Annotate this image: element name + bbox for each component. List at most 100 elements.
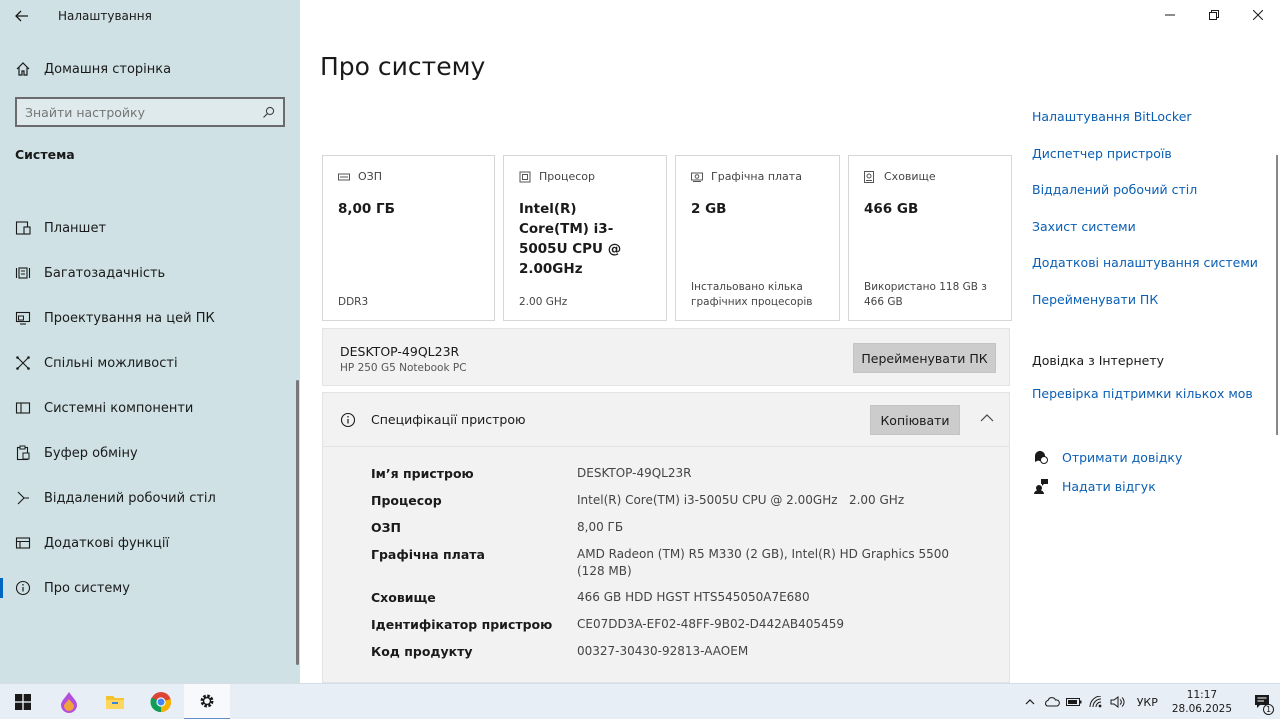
chrome-button[interactable] bbox=[138, 684, 184, 719]
spec-rows: Ім’я пристрою DESKTOP-49QL23R Процесор Int… bbox=[323, 447, 1009, 661]
paint-app-button[interactable] bbox=[46, 684, 92, 719]
start-button[interactable] bbox=[0, 684, 46, 719]
feedback-label: Надати відгук bbox=[1062, 478, 1156, 494]
action-center-button[interactable]: 1 bbox=[1246, 684, 1280, 719]
spec-row: Сховище 466 GB HDD HGST HTS545050A7E680 bbox=[323, 589, 1009, 607]
card-label: Сховище bbox=[884, 170, 936, 183]
copy-button[interactable]: Копіювати bbox=[870, 405, 960, 435]
card-value: 466 GB bbox=[864, 201, 919, 217]
chevron-up-icon[interactable] bbox=[979, 410, 995, 426]
spec-row: Процесор Intel(R) Core(TM) i3-5005U CPU @… bbox=[323, 492, 1009, 510]
advanced-settings-link[interactable]: Додаткові налаштування системи bbox=[1032, 253, 1272, 290]
feedback-link[interactable]: Надати відгук bbox=[1032, 477, 1156, 495]
system-protection-link[interactable]: Захист системи bbox=[1032, 217, 1272, 254]
bitlocker-link[interactable]: Налаштування BitLocker bbox=[1032, 107, 1272, 144]
tablet-icon bbox=[14, 219, 32, 237]
back-arrow-icon bbox=[15, 10, 28, 22]
sidebar-item-about[interactable]: Про систему bbox=[0, 566, 300, 611]
section-title: Система bbox=[15, 147, 75, 162]
titlebar: Налаштування bbox=[0, 0, 300, 32]
close-button[interactable] bbox=[1236, 0, 1280, 30]
sidebar-item-system-components[interactable]: Системні компоненти bbox=[0, 386, 300, 431]
rename-pc-button[interactable]: Перейменувати ПК bbox=[853, 343, 996, 373]
sidebar-scrollbar[interactable] bbox=[296, 380, 299, 665]
sidebar-item-label: Віддалений робочий стіл bbox=[44, 491, 216, 506]
file-explorer-button[interactable] bbox=[92, 684, 138, 719]
card-value: Intel(R) Core(TM) i3-5005U CPU @ 2.00GHz bbox=[519, 201, 622, 277]
settings-icon bbox=[200, 694, 214, 707]
multitasking-icon bbox=[14, 264, 32, 282]
network-button[interactable] bbox=[1085, 684, 1107, 719]
app-title: Налаштування bbox=[58, 9, 152, 23]
spec-row: Код продукту 00327-30430-92813-AAOEM bbox=[323, 643, 1009, 661]
window-controls bbox=[1148, 0, 1280, 30]
spec-value: Intel(R) Core(TM) i3-5005U CPU @ 2.00GHz… bbox=[577, 493, 905, 507]
language-support-link[interactable]: Перевірка підтримки кількох мов bbox=[1032, 386, 1253, 401]
input-language[interactable]: УКР bbox=[1137, 696, 1158, 709]
taskbar: УКР 11:17 28.06.2025 1 bbox=[0, 683, 1280, 719]
back-button[interactable] bbox=[0, 0, 44, 32]
restore-button[interactable] bbox=[1192, 0, 1236, 30]
get-help-link[interactable]: Отримати довідку bbox=[1032, 448, 1182, 466]
sidebar-item-remote-desktop[interactable]: Віддалений робочий стіл bbox=[0, 476, 300, 521]
home-link[interactable]: Домашня сторінка bbox=[14, 56, 171, 82]
info-icon bbox=[14, 579, 32, 597]
volume-icon bbox=[1110, 696, 1125, 708]
wifi-icon bbox=[1089, 696, 1102, 708]
main-scrollbar[interactable] bbox=[1276, 155, 1278, 435]
windows-start-icon bbox=[15, 693, 31, 710]
sidebar-item-clipboard[interactable]: Буфер обміну bbox=[0, 431, 300, 476]
cpu-icon bbox=[519, 171, 531, 183]
sidebar-item-label: Додаткові функції bbox=[44, 536, 170, 551]
home-icon bbox=[14, 60, 32, 78]
battery-button[interactable] bbox=[1063, 684, 1085, 719]
spec-row: ОЗП 8,00 ГБ bbox=[323, 519, 1009, 537]
chrome-icon bbox=[150, 691, 172, 712]
sidebar-item-label: Спільні можливості bbox=[44, 356, 178, 371]
clipboard-icon bbox=[14, 444, 32, 462]
restore-icon bbox=[1209, 10, 1219, 20]
sidebar-item-label: Про систему bbox=[44, 581, 130, 596]
onedrive-icon bbox=[1044, 697, 1060, 707]
spec-key: Ім’я пристрою bbox=[371, 466, 474, 481]
search-box[interactable] bbox=[15, 97, 285, 127]
volume-button[interactable] bbox=[1107, 684, 1129, 719]
minimize-button[interactable] bbox=[1148, 0, 1192, 30]
spec-key: ОЗП bbox=[371, 520, 401, 535]
notification-count: 1 bbox=[1263, 704, 1274, 715]
spec-value: AMD Radeon (TM) R5 M330 (2 GB), Intel(R)… bbox=[577, 547, 950, 578]
feedback-icon bbox=[1032, 477, 1050, 495]
related-settings: Налаштування BitLocker Диспетчер пристро… bbox=[1032, 107, 1272, 326]
remote-desktop-link[interactable]: Віддалений робочий стіл bbox=[1032, 180, 1272, 217]
clock[interactable]: 11:17 28.06.2025 bbox=[1172, 688, 1232, 716]
summary-cards: ОЗП 8,00 ГБ DDR3 Процесор Intel(R) Core(… bbox=[322, 155, 1012, 321]
sidebar-item-projecting[interactable]: Проектування на цей ПК bbox=[0, 296, 300, 341]
show-hidden-icons-button[interactable] bbox=[1019, 684, 1041, 719]
storage-icon bbox=[864, 170, 876, 183]
settings-app-button[interactable] bbox=[184, 683, 230, 719]
sidebar-item-label: Проектування на цей ПК bbox=[44, 311, 215, 326]
sidebar-item-tablet[interactable]: Планшет bbox=[0, 206, 300, 251]
card-label: Графічна плата bbox=[711, 170, 802, 183]
system-tray: УКР 11:17 28.06.2025 1 bbox=[1019, 684, 1280, 719]
spec-value: 466 GB HDD HGST HTS545050A7E680 bbox=[577, 590, 810, 604]
sidebar-item-multitasking[interactable]: Багатозадачність bbox=[0, 251, 300, 296]
device-panel: DESKTOP-49QL23R HP 250 G5 Notebook PC Пе… bbox=[322, 328, 1010, 386]
projecting-icon bbox=[14, 309, 32, 327]
specs-header[interactable]: Специфікації пристрою Копіювати bbox=[323, 393, 1009, 447]
card-footer: Інстальовано кілька графічних процесорів bbox=[691, 281, 813, 308]
sidebar-item-optional-features[interactable]: Додаткові функції bbox=[0, 521, 300, 566]
spec-key: Графічна плата bbox=[371, 547, 485, 562]
chevron-up-icon bbox=[1025, 699, 1035, 705]
card-footer: DDR3 bbox=[338, 296, 369, 308]
device-manager-link[interactable]: Диспетчер пристроїв bbox=[1032, 144, 1272, 181]
battery-icon bbox=[1065, 698, 1082, 706]
spec-value: 8,00 ГБ bbox=[577, 520, 624, 534]
cpu-card: Процесор Intel(R) Core(TM) i3-5005U CPU … bbox=[503, 155, 667, 321]
onedrive-button[interactable] bbox=[1041, 684, 1063, 719]
spec-value: CE07DD3A-EF02-48FF-9B02-D442AB405459 bbox=[577, 617, 844, 631]
search-input[interactable] bbox=[25, 104, 245, 120]
card-label: Процесор bbox=[539, 170, 595, 183]
sidebar-item-shared-experiences[interactable]: Спільні можливості bbox=[0, 341, 300, 386]
rename-pc-link[interactable]: Перейменувати ПК bbox=[1032, 290, 1272, 327]
